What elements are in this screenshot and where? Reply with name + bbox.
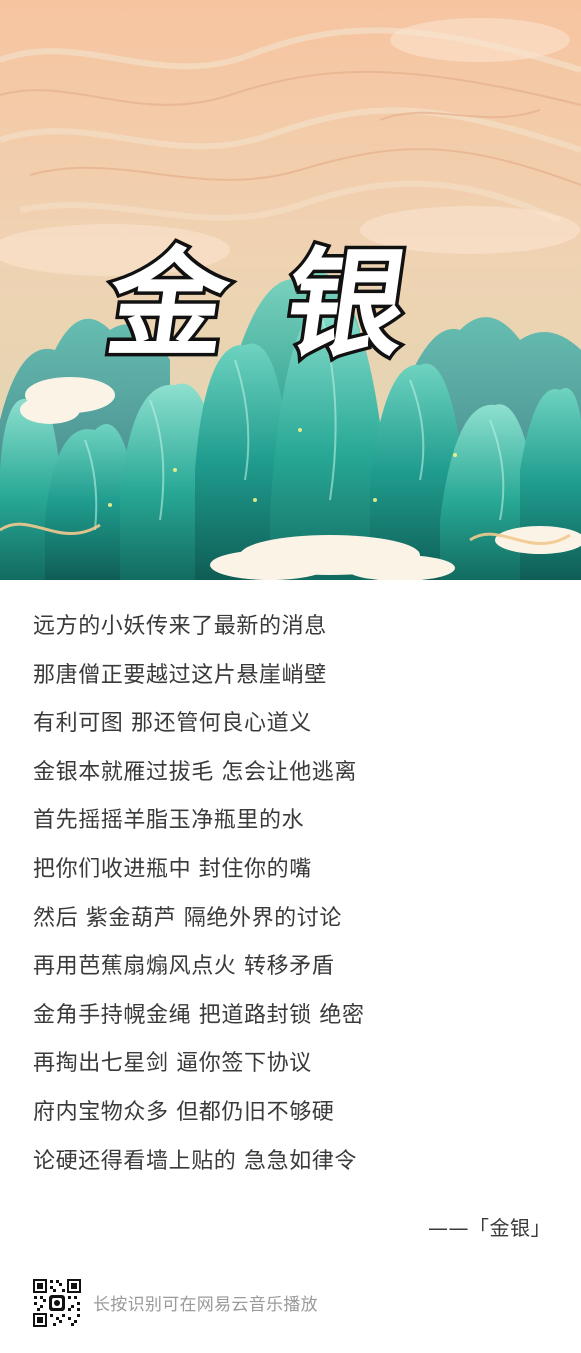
lyric-line: 有利可图 那还管何良心道义 [33,711,312,737]
lyric-line: 那唐僧正要越过这片悬崖峭壁 [33,662,327,688]
lyric-line: 然后 紫金葫芦 隔绝外界的讨论 [33,905,342,931]
lyrics-list: 远方的小妖传来了最新的消息 那唐僧正要越过这片悬崖峭壁 有利可图 那还管何良心道… [33,610,553,1193]
qr-code-icon[interactable] [31,1277,83,1329]
lyric-line: 再用芭蕉扇煽风点火 转移矛盾 [33,954,335,980]
footer-caption: 长按识别可在网易云音乐播放 [93,1295,318,1315]
cover-title: 金银 [95,231,478,376]
lyric-line: 金角手持幌金绳 把道路封锁 绝密 [33,1002,365,1028]
svg-text:金银: 金银 [99,235,475,373]
lyric-line: 首先摇摇羊脂玉净瓶里的水 [33,808,305,834]
lyric-line: 论硬还得看墙上贴的 急急如律令 [33,1148,357,1174]
lyric-line: 金银本就雁过拔毛 怎会让他逃离 [33,759,357,785]
lyric-line: 再掏出七星剑 逼你签下协议 [33,1051,312,1077]
album-cover-image: 金银 [0,0,581,580]
lyric-line: 把你们收进瓶中 封住你的嘴 [33,856,312,882]
lyric-line: 远方的小妖传来了最新的消息 [33,614,327,639]
lyric-line: 府内宝物众多 但都仍旧不够硬 [33,1099,335,1125]
song-signature: ——「金银」 [428,1216,551,1240]
